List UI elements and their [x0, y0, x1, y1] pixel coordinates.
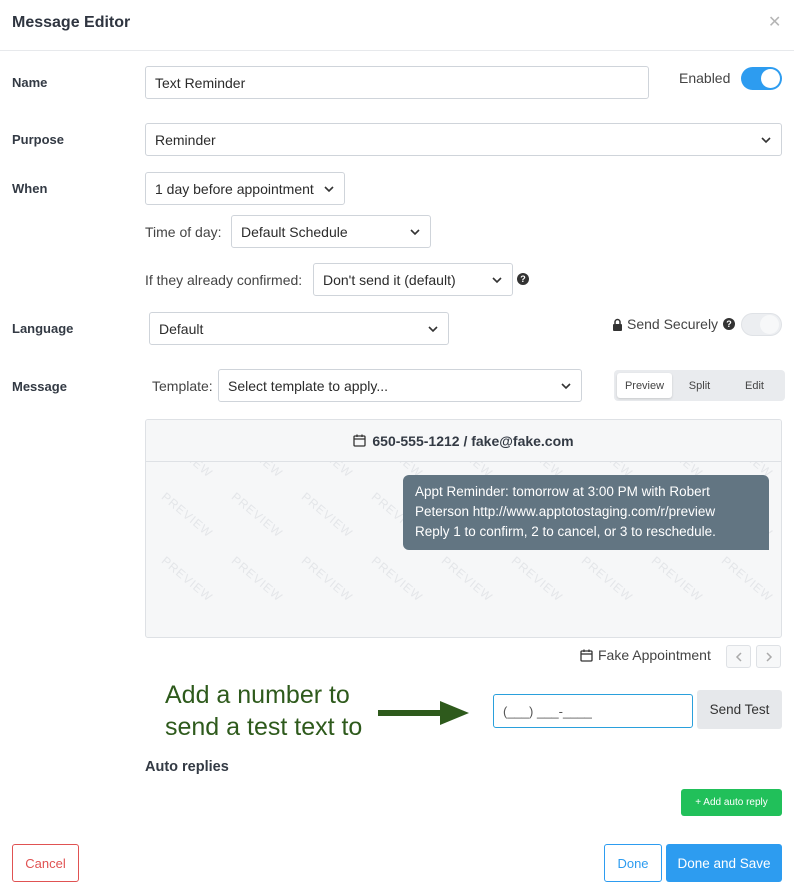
preview-contact: 650-555-1212 / fake@fake.com	[372, 432, 574, 449]
view-mode-preview[interactable]: Preview	[617, 373, 672, 398]
help-icon[interactable]: ?	[517, 273, 529, 285]
bubble-line: Reply 1 to confirm, 2 to cancel, or 3 to…	[415, 524, 716, 539]
preview-watermark: PREVIEW	[368, 553, 426, 605]
bubble-line: Appt Reminder: tomorrow at 3:00 PM with …	[415, 484, 710, 499]
header-divider	[0, 50, 794, 51]
time-of-day-label: Time of day:	[145, 224, 222, 240]
preview-watermark: PREVIEW	[298, 553, 356, 605]
annotation-text: Add a number to send a test text to	[165, 679, 362, 743]
message-preview: PREVIEW PREVIEW PREVIEW PREVIEW PREVIEW PREVI…	[145, 419, 782, 638]
language-select[interactable]: Default	[149, 312, 449, 345]
prev-appointment-button[interactable]	[726, 645, 751, 668]
message-bubble: Appt Reminder: tomorrow at 3:00 PM with …	[403, 475, 769, 550]
chevron-down-icon	[492, 276, 502, 283]
language-label: Language	[12, 321, 74, 336]
when-value: 1 day before appointment	[155, 180, 314, 197]
chevron-down-icon	[561, 382, 571, 389]
bubble-tail	[755, 540, 769, 550]
calendar-icon	[580, 649, 593, 662]
add-auto-reply-button[interactable]: + Add auto reply	[681, 789, 782, 816]
preview-watermark: PREVIEW	[298, 489, 356, 541]
auto-replies-heading: Auto replies	[145, 759, 229, 775]
arrow-right-icon	[378, 701, 469, 725]
chevron-down-icon	[761, 136, 771, 143]
view-mode-edit[interactable]: Edit	[727, 373, 782, 398]
preview-watermark: PREVIEW	[158, 489, 216, 541]
language-value: Default	[159, 320, 204, 337]
confirmed-value: Don't send it (default)	[323, 271, 456, 288]
name-label: Name	[12, 75, 48, 90]
chevron-down-icon	[410, 228, 420, 235]
preview-header: 650-555-1212 / fake@fake.com	[146, 420, 781, 462]
template-label: Template:	[152, 378, 213, 394]
send-securely-toggle[interactable]	[741, 313, 782, 336]
view-mode-split[interactable]: Split	[672, 373, 727, 398]
chevron-down-icon	[428, 325, 438, 332]
chevron-right-icon	[765, 651, 772, 662]
send-securely-label: Send Securely	[627, 316, 719, 332]
calendar-icon	[353, 434, 367, 447]
modal-title: Message Editor	[12, 14, 131, 31]
when-select[interactable]: 1 day before appointment	[145, 172, 345, 205]
view-mode-toggle: Preview Split Edit	[614, 370, 785, 401]
send-test-button[interactable]: Send Test	[697, 690, 782, 729]
bubble-line: Peterson http://www.apptotostaging.com/r…	[415, 504, 716, 519]
toggle-knob	[760, 315, 779, 334]
template-select[interactable]: Select template to apply...	[218, 369, 582, 402]
annotation-line: send a test text to	[165, 713, 363, 741]
time-of-day-value: Default Schedule	[241, 223, 348, 240]
preview-watermark: PREVIEW	[578, 553, 636, 605]
annotation-line: Add a number to	[165, 681, 350, 709]
preview-watermark: PREVIEW	[508, 553, 566, 605]
close-icon[interactable]: ✕	[768, 12, 781, 32]
purpose-select[interactable]: Reminder	[145, 123, 782, 156]
preview-watermark: PREVIEW	[648, 553, 706, 605]
appointment-label: Fake Appointment	[598, 647, 711, 663]
when-label: When	[12, 181, 48, 196]
purpose-value: Reminder	[155, 131, 216, 148]
confirmed-label: If they already confirmed:	[145, 272, 303, 288]
name-input[interactable]: Text Reminder	[145, 66, 649, 99]
enabled-label: Enabled	[679, 70, 731, 86]
help-icon[interactable]: ?	[723, 318, 735, 330]
next-appointment-button[interactable]	[756, 645, 781, 668]
preview-watermark: PREVIEW	[228, 489, 286, 541]
enabled-toggle[interactable]	[741, 67, 782, 90]
template-placeholder: Select template to apply...	[228, 377, 389, 394]
cancel-button[interactable]: Cancel	[12, 844, 79, 882]
test-phone-input[interactable]: (___) ___-____	[493, 694, 693, 728]
preview-watermark: PREVIEW	[718, 553, 776, 605]
toggle-knob	[761, 69, 780, 88]
chevron-left-icon	[735, 651, 742, 662]
name-value: Text Reminder	[155, 74, 246, 91]
preview-watermark: PREVIEW	[228, 553, 286, 605]
confirmed-select[interactable]: Don't send it (default)	[313, 263, 513, 296]
time-of-day-select[interactable]: Default Schedule	[231, 215, 431, 248]
message-label: Message	[12, 379, 67, 394]
preview-watermark: PREVIEW	[158, 553, 216, 605]
preview-watermark: PREVIEW	[438, 553, 496, 605]
phone-placeholder: (___) ___-____	[503, 703, 592, 719]
done-and-save-button[interactable]: Done and Save	[666, 844, 782, 882]
chevron-down-icon	[324, 185, 334, 192]
done-button[interactable]: Done	[604, 844, 662, 882]
lock-icon	[613, 318, 622, 331]
purpose-label: Purpose	[12, 132, 65, 147]
